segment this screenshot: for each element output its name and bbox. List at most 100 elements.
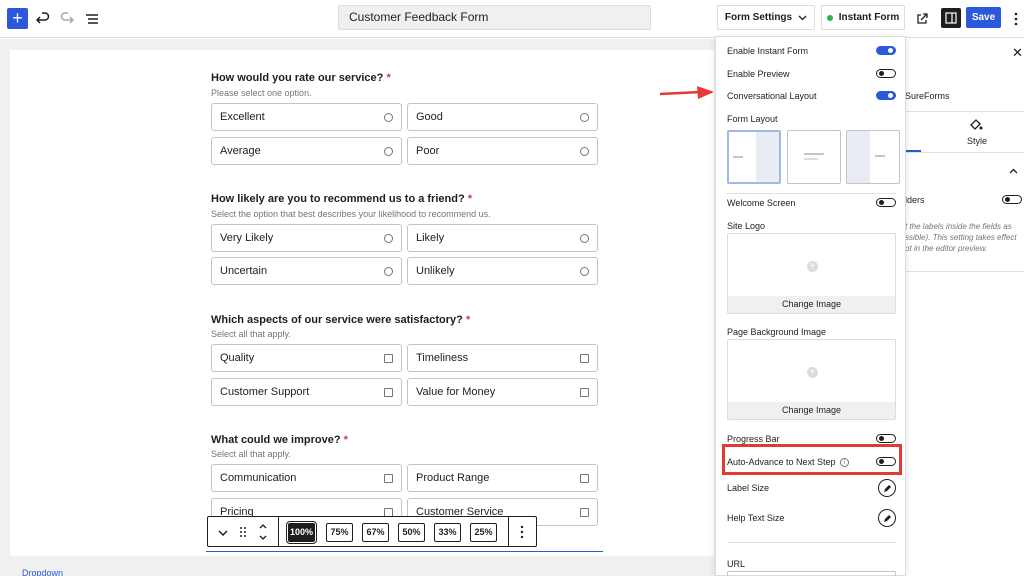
close-icon[interactable]: ✕ — [1012, 45, 1023, 61]
option-very-likely[interactable]: Very Likely — [211, 224, 402, 252]
radio-icon — [384, 147, 393, 156]
block-toolbar: 100% 75% 67% 50% 33% 25% — [207, 516, 537, 547]
sidebar-brand: SureForms — [905, 91, 950, 101]
progress-bar-label: Progress Bar — [727, 434, 780, 444]
drag-handle-icon[interactable] — [239, 526, 247, 541]
url-label: URL — [727, 559, 746, 569]
plus-icon: + — [807, 261, 818, 272]
label-size-edit-button[interactable] — [878, 479, 896, 497]
zoom-100-button[interactable]: 100% — [286, 521, 317, 544]
tab-style[interactable]: Style — [967, 136, 987, 146]
placeholder-toggle[interactable] — [1002, 195, 1022, 204]
checkbox-icon — [580, 388, 589, 397]
more-options-icon[interactable] — [1005, 8, 1024, 30]
question-subtitle: Select all that apply. — [211, 329, 291, 339]
layout-preview-line — [804, 153, 824, 155]
enable-instant-form-label: Enable Instant Form — [727, 46, 809, 56]
section-divider — [727, 193, 896, 194]
conversational-layout-toggle[interactable] — [876, 91, 896, 100]
external-link-icon[interactable] — [911, 8, 933, 30]
url-input[interactable] — [727, 571, 896, 576]
layout-option-right[interactable] — [846, 130, 900, 184]
radio-icon — [384, 234, 393, 243]
chevron-down-icon[interactable] — [218, 526, 228, 540]
welcome-screen-label: Welcome Screen — [727, 198, 796, 208]
zoom-50-button[interactable]: 50% — [398, 523, 425, 542]
option-excellent[interactable]: Excellent — [211, 103, 402, 131]
auto-advance-highlight — [722, 444, 902, 475]
layout-preview-panel — [847, 131, 870, 183]
site-logo-change-button[interactable]: Change Image — [728, 296, 895, 313]
plus-icon: + — [807, 367, 818, 378]
form-layout-label: Form Layout — [727, 114, 778, 124]
option-poor[interactable]: Poor — [407, 137, 598, 165]
status-dot-icon — [826, 14, 833, 21]
site-logo-label: Site Logo — [727, 221, 766, 231]
toolbar-divider — [508, 517, 509, 546]
option-average[interactable]: Average — [211, 137, 402, 165]
toggle-knob — [879, 71, 884, 76]
undo-icon[interactable] — [32, 8, 54, 30]
form-title-input[interactable]: Customer Feedback Form — [338, 5, 651, 30]
checkbox-icon — [384, 388, 393, 397]
form-settings-button[interactable]: Form Settings — [717, 5, 815, 30]
layout-option-left[interactable] — [727, 130, 781, 184]
pencil-icon — [883, 514, 891, 522]
option-uncertain[interactable]: Uncertain — [211, 257, 402, 285]
question-subtitle: Please select one option. — [211, 88, 312, 98]
label-size-label: Label Size — [727, 483, 770, 493]
site-logo-uploader[interactable]: + Change Image — [727, 233, 896, 314]
zoom-75-button[interactable]: 75% — [326, 523, 353, 542]
option-value-for-money[interactable]: Value for Money — [407, 378, 598, 406]
move-up-down-icon[interactable] — [258, 522, 268, 545]
document-overview-icon[interactable] — [81, 8, 103, 30]
toggle-knob — [1005, 197, 1010, 202]
breadcrumb[interactable]: Dropdown — [0, 568, 63, 576]
checkbox-icon — [580, 354, 589, 363]
checkbox-icon — [384, 474, 393, 483]
option-communication[interactable]: Communication — [211, 464, 402, 492]
help-text-size-edit-button[interactable] — [878, 509, 896, 527]
toolbar-divider — [278, 517, 279, 546]
layout-option-center[interactable] — [787, 130, 841, 184]
option-customer-support[interactable]: Customer Support — [211, 378, 402, 406]
redo-icon[interactable] — [56, 8, 78, 30]
page-background-label: Page Background Image — [727, 327, 827, 337]
enable-preview-toggle[interactable] — [876, 69, 896, 78]
progress-bar-toggle[interactable] — [876, 434, 896, 443]
page-background-change-button[interactable]: Change Image — [728, 402, 895, 419]
chevron-up-icon[interactable] — [1009, 163, 1018, 177]
save-button[interactable]: Save — [966, 7, 1001, 28]
zoom-67-button[interactable]: 67% — [362, 523, 389, 542]
option-quality[interactable]: Quality — [211, 344, 402, 372]
welcome-screen-toggle[interactable] — [876, 198, 896, 207]
option-unlikely[interactable]: Unlikely — [407, 257, 598, 285]
toggle-knob — [879, 200, 884, 205]
enable-instant-form-toggle[interactable] — [876, 46, 896, 55]
radio-icon — [384, 113, 393, 122]
layout-preview-line — [733, 156, 743, 158]
question-subtitle: Select all that apply. — [211, 449, 291, 459]
instant-form-label: Instant Form — [838, 12, 900, 23]
block-options-icon[interactable] — [520, 525, 524, 542]
page-background-uploader[interactable]: + Change Image — [727, 339, 896, 420]
pencil-icon — [883, 484, 891, 492]
toggle-knob — [888, 93, 893, 98]
option-good[interactable]: Good — [407, 103, 598, 131]
tab-general-active[interactable] — [905, 111, 921, 152]
instant-form-button[interactable]: Instant Form — [821, 5, 905, 30]
section-divider — [727, 542, 896, 543]
conversational-layout-label: Conversational Layout — [727, 91, 817, 101]
zoom-25-button[interactable]: 25% — [470, 523, 497, 542]
option-timeliness[interactable]: Timeliness — [407, 344, 598, 372]
option-product-range[interactable]: Product Range — [407, 464, 598, 492]
add-block-button[interactable]: + — [7, 8, 28, 29]
question-title: Which aspects of our service were satisf… — [211, 314, 471, 326]
option-likely[interactable]: Likely — [407, 224, 598, 252]
radio-icon — [580, 267, 589, 276]
checkbox-icon — [580, 508, 589, 517]
settings-sidebar-toggle[interactable] — [941, 8, 961, 28]
style-icon — [969, 117, 983, 134]
next-field-partial[interactable] — [206, 551, 603, 561]
zoom-33-button[interactable]: 33% — [434, 523, 461, 542]
